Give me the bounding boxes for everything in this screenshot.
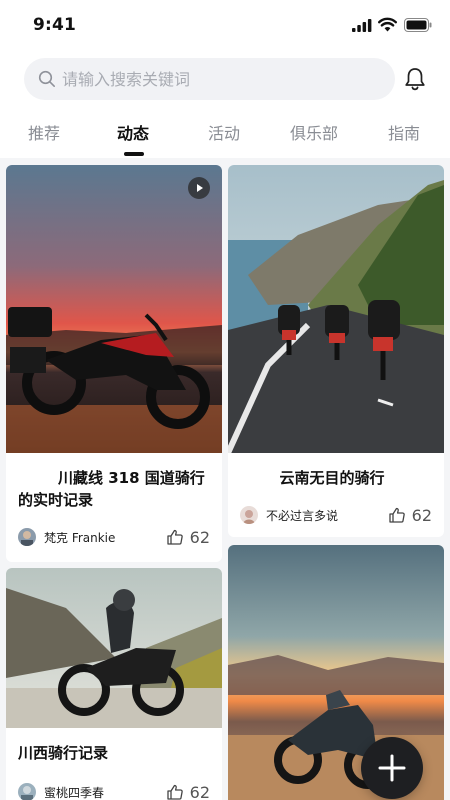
post-title[interactable]: 云南无目的骑行: [240, 467, 434, 489]
like-button[interactable]: 62: [166, 527, 210, 547]
post-card[interactable]: 云南无目的骑行 不必过言多说 62: [228, 165, 444, 537]
thumbs-up-icon: [166, 784, 183, 800]
author-name: 不必过言多说: [266, 508, 339, 523]
avatar[interactable]: [240, 506, 258, 524]
post-author[interactable]: 蜜桃四季春: [18, 782, 104, 800]
add-post-button[interactable]: [361, 737, 423, 799]
thumbs-up-icon: [166, 529, 183, 545]
search-icon: [38, 70, 56, 88]
tab-feed[interactable]: 动态: [117, 120, 149, 144]
post-author[interactable]: 梵克 Frankie: [18, 527, 115, 547]
avatar[interactable]: [18, 783, 36, 800]
post-card[interactable]: 川藏线 318 国道骑行的实时记录 梵克 Frankie 62: [6, 165, 222, 562]
battery-icon: [404, 18, 432, 32]
tab-events[interactable]: 活动: [208, 120, 240, 144]
tab-bar: 推荐 动态 活动 俱乐部 指南: [0, 112, 450, 158]
search-input[interactable]: [62, 58, 382, 100]
like-button[interactable]: 62: [166, 782, 210, 800]
status-time: 9:41: [33, 15, 77, 35]
wifi-icon: [378, 17, 397, 32]
play-icon[interactable]: [188, 177, 210, 199]
author-name: 蜜桃四季春: [44, 785, 105, 800]
post-image[interactable]: [228, 165, 444, 453]
avatar[interactable]: [18, 528, 36, 546]
post-author[interactable]: 不必过言多说: [240, 505, 338, 525]
post-title[interactable]: 川藏线 318 国道骑行的实时记录: [18, 467, 212, 511]
active-tab-indicator: [124, 152, 144, 156]
post-image[interactable]: [6, 165, 222, 453]
like-count: 62: [189, 782, 210, 800]
post-title[interactable]: 川西骑行记录: [18, 742, 212, 764]
like-button[interactable]: 62: [388, 505, 432, 525]
like-count: 62: [189, 527, 210, 547]
author-name: 梵克 Frankie: [44, 530, 116, 545]
bell-icon[interactable]: [402, 66, 428, 92]
thumbs-up-icon: [388, 507, 405, 523]
search-bar[interactable]: [24, 58, 395, 100]
plus-icon: [378, 754, 406, 782]
tab-clubs[interactable]: 俱乐部: [290, 120, 338, 144]
post-image[interactable]: [6, 568, 222, 728]
like-count: 62: [411, 505, 432, 525]
status-bar: 9:41: [0, 0, 450, 52]
signal-icon: [352, 19, 372, 32]
tab-guide[interactable]: 指南: [388, 120, 420, 144]
tab-recommend[interactable]: 推荐: [28, 120, 60, 144]
post-card[interactable]: 川西骑行记录 蜜桃四季春 62: [6, 568, 222, 800]
feed[interactable]: 川藏线 318 国道骑行的实时记录 梵克 Frankie 62 云南无目的骑行 …: [0, 158, 450, 800]
